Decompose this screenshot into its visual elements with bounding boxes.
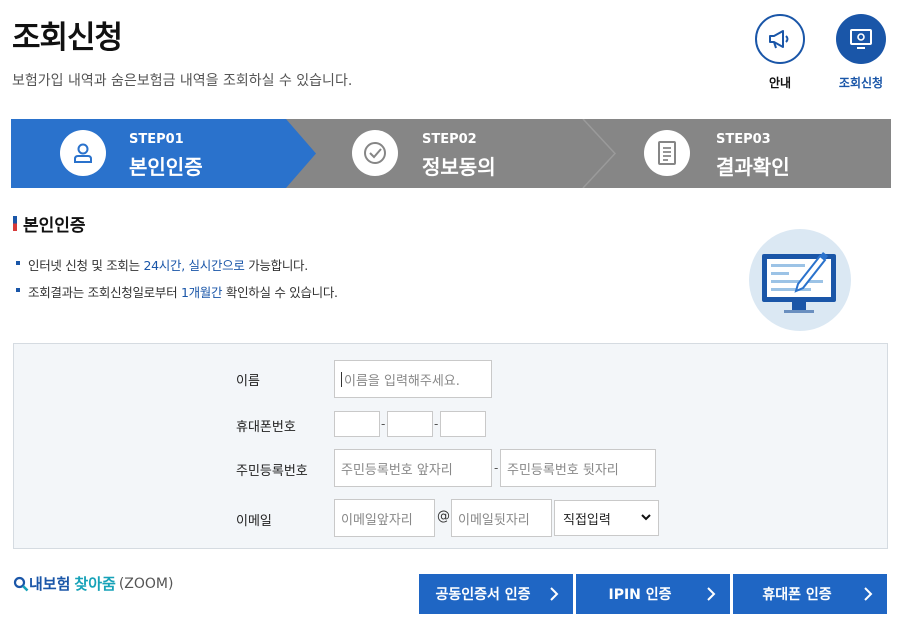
email-at-sign: @ [437,509,450,524]
text-caret [341,371,342,387]
bullet-text: 확인하실 수 있습니다. [222,285,338,300]
step-2: STEP02 정보동의 [311,119,601,188]
person-icon [60,130,106,176]
step-progress-bar: STEP01 본인인증 STEP02 정보동의 STEP03 결과확인 [11,119,891,188]
step-3-number: STEP03 [716,132,771,147]
magnifier-icon [13,576,29,591]
list-item: 조회결과는 조회신청일로부터 1개월간 확인하실 수 있습니다. [16,282,338,301]
page-title: 조회신청 [12,20,123,56]
email-domain-value: 직접입력 [563,512,611,528]
ipin-auth-label: IPIN 인증 [608,587,672,603]
identity-form: 이름 이름을 입력해주세요. 휴대폰번호 - - 주민등록번호 주민등록번호 앞… [13,343,888,549]
guide-label: 안내 [768,76,792,90]
email-domain-select[interactable]: 직접입력 [554,500,659,536]
zoom-logo: 내보험 찾아줌 (ZOOM) [13,573,173,594]
page-description: 보험가입 내역과 숨은보험금 내역을 조회하실 수 있습니다. [12,73,353,89]
phone-label: 휴대폰번호 [236,420,296,435]
check-circle-icon [352,130,398,176]
email-back-input[interactable]: 이메일뒷자리 [451,499,552,537]
step-2-number: STEP02 [422,132,477,147]
cert-auth-button[interactable]: 공동인증서 인증 [419,574,573,614]
bullet-text: 가능합니다. [244,258,308,273]
name-label: 이름 [236,374,260,389]
rrn-label: 주민등록번호 [236,464,308,479]
chevron-right-icon [550,587,559,601]
step-1: STEP01 본인인증 [11,119,311,188]
inquiry-label: 조회신청 [838,76,884,90]
email-front-placeholder: 이메일앞자리 [341,512,413,528]
step-1-number: STEP01 [129,132,184,147]
phone-field-3[interactable] [440,411,486,437]
section-marker [13,216,17,231]
section-title-text: 본인인증 [23,216,86,236]
ipin-auth-button[interactable]: IPIN 인증 [576,574,730,614]
bullet-highlight: 1개월간 [180,285,223,300]
bullet-text: 조회결과는 조회신청일로부터 [28,285,181,300]
email-front-input[interactable]: 이메일앞자리 [334,499,435,537]
phone-field-2[interactable] [387,411,433,437]
phone-separator: - [434,417,439,431]
name-input[interactable]: 이름을 입력해주세요. [334,360,492,398]
step-1-name: 본인인증 [129,155,203,179]
rrn-separator: - [494,461,499,475]
logo-text-3: (ZOOM) [118,575,174,592]
info-list: 인터넷 신청 및 조회는 24시간, 실시간으로 가능합니다. 조회결과는 조회… [16,255,338,309]
inquiry-link[interactable]: 조회신청 [835,14,887,91]
phone-field-1[interactable] [334,411,380,437]
chevron-down-icon [641,514,651,521]
chevron-right-icon [864,587,873,601]
document-icon [644,130,690,176]
logo-text-1: 내보험 [29,575,71,593]
phone-separator: - [381,417,386,431]
list-item: 인터넷 신청 및 조회는 24시간, 실시간으로 가능합니다. [16,255,338,274]
bullet-highlight: 24시간, 실시간으로 [143,258,245,273]
computer-illustration [749,229,851,331]
bullet-text: 인터넷 신청 및 조회는 [28,258,144,273]
section-title: 본인인증 [13,211,86,236]
rrn-front-placeholder: 주민등록번호 앞자리 [341,462,453,478]
rrn-front-input[interactable]: 주민등록번호 앞자리 [334,449,492,487]
step-3-name: 결과확인 [716,155,790,179]
chevron-right-icon [707,587,716,601]
step-2-name: 정보동의 [422,155,496,179]
rrn-back-input[interactable]: 주민등록번호 뒷자리 [500,449,656,487]
guide-link[interactable]: 안내 [754,14,806,91]
megaphone-icon [755,14,805,64]
phone-auth-button[interactable]: 휴대폰 인증 [733,574,887,614]
logo-text-2: 찾아줌 [74,575,116,593]
step-3: STEP03 결과확인 [601,119,891,188]
phone-auth-label: 휴대폰 인증 [762,587,832,603]
email-back-placeholder: 이메일뒷자리 [458,512,530,528]
name-placeholder: 이름을 입력해주세요. [344,373,460,389]
email-label: 이메일 [236,514,272,529]
cert-auth-label: 공동인증서 인증 [435,587,531,603]
monitor-search-icon [836,14,886,64]
rrn-back-placeholder: 주민등록번호 뒷자리 [507,462,619,478]
